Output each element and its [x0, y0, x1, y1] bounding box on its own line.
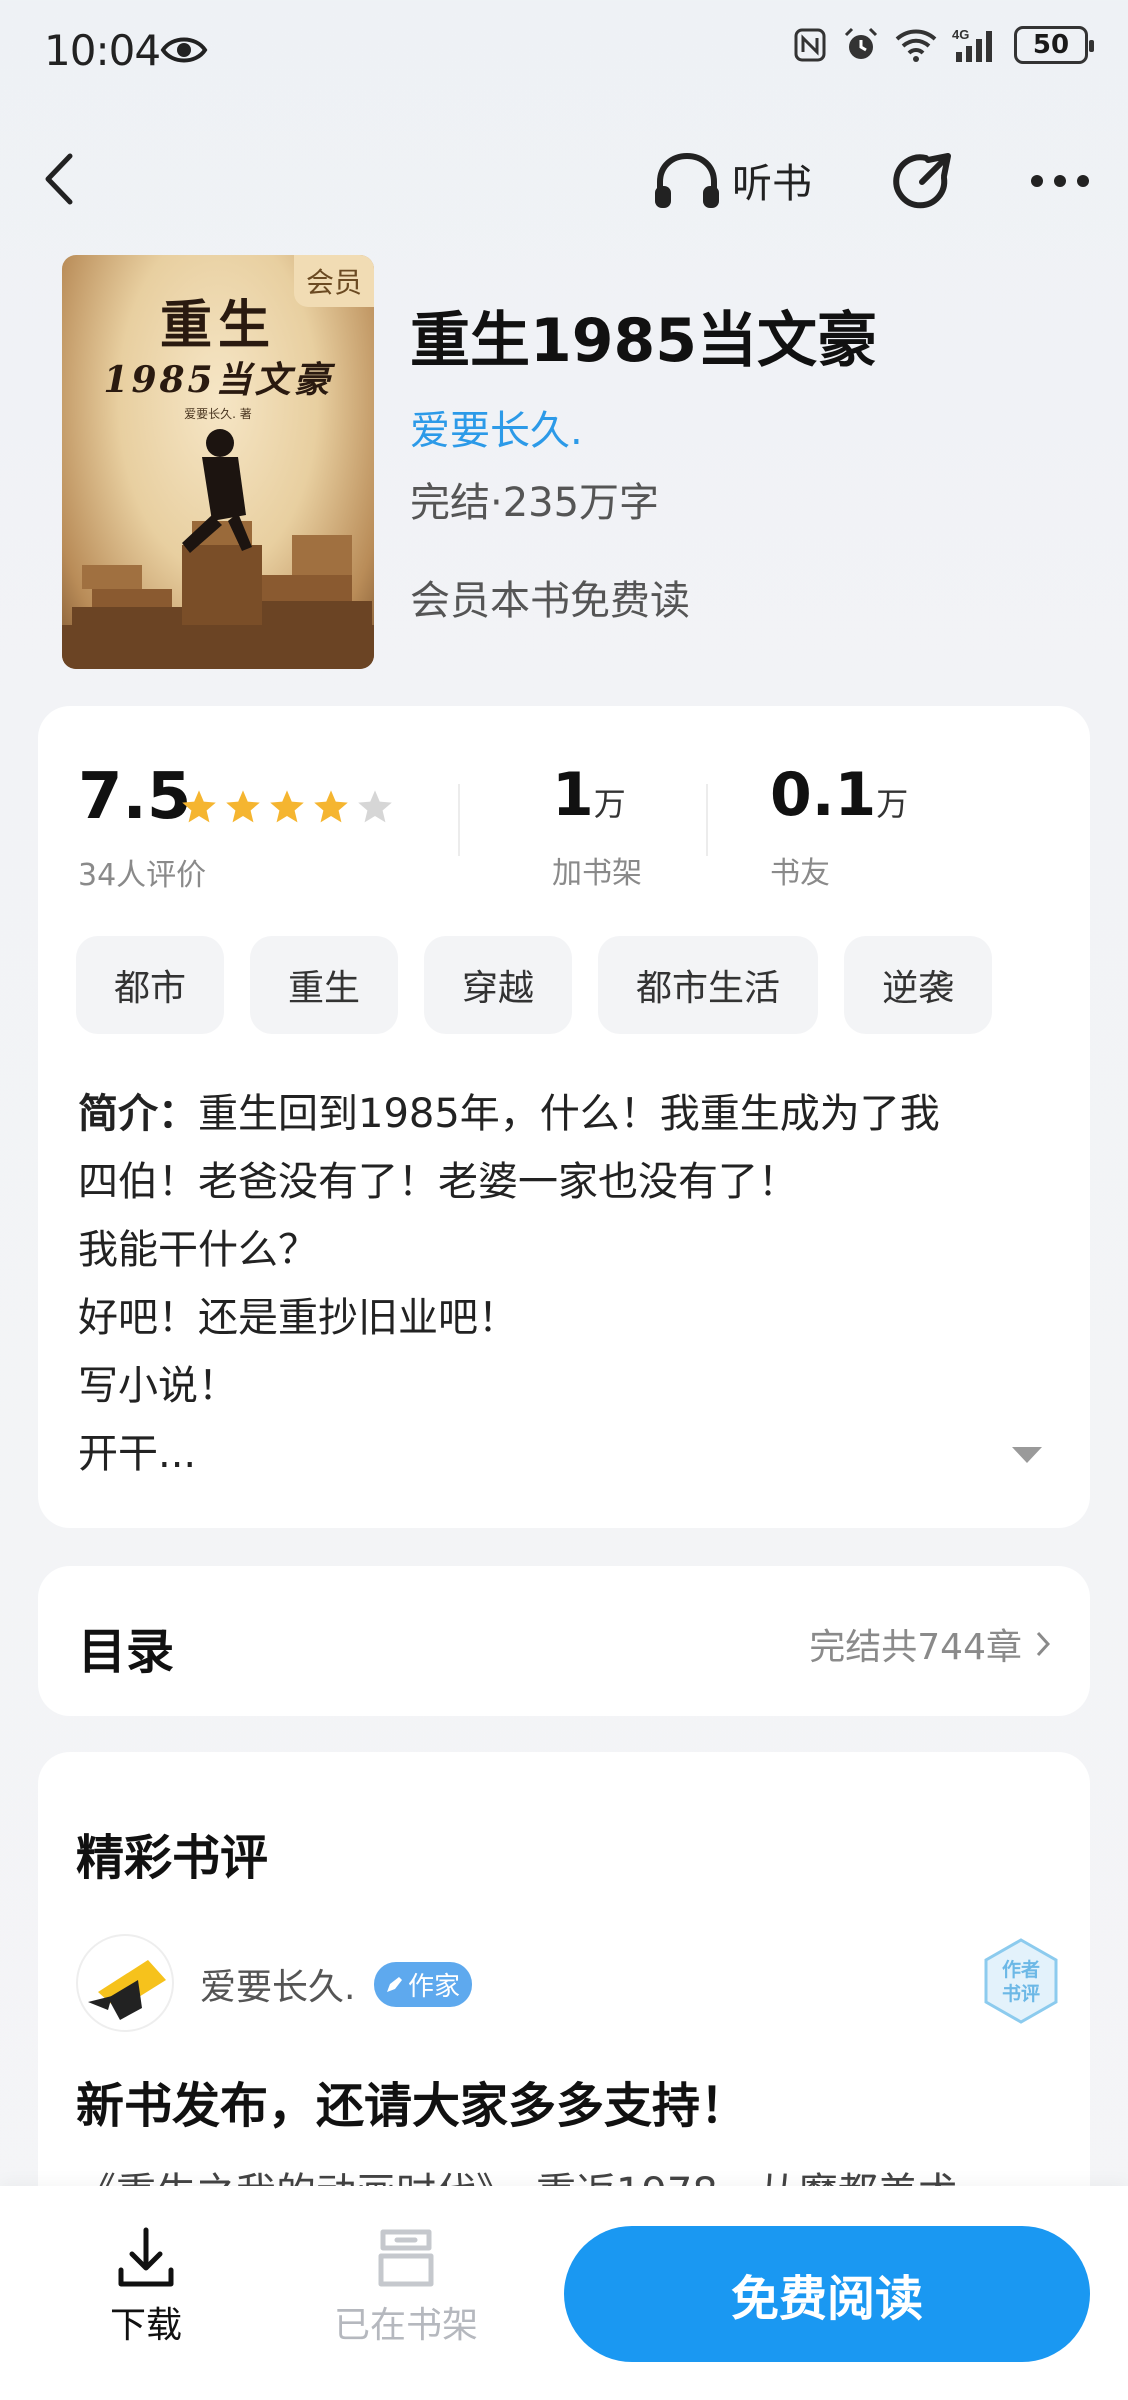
book-status: 完结·235万字	[410, 480, 660, 526]
pen-icon	[387, 1976, 402, 1992]
tag-chip[interactable]: 逆袭	[844, 936, 993, 1034]
author-link[interactable]: 爱要长久.	[410, 398, 583, 456]
reviews-header: 精彩书评	[76, 1830, 269, 1886]
signal-icon: 4G	[952, 27, 992, 62]
vip-badge: 会员	[293, 255, 374, 307]
stat-divider	[706, 784, 708, 856]
chevron-right-icon	[1036, 1631, 1050, 1657]
listen-button[interactable]: 听书	[652, 148, 812, 212]
cover-subtitle: 1985当文豪	[103, 359, 333, 401]
star-icon	[314, 790, 348, 823]
vip-free-note: 会员本书免费读	[410, 578, 690, 624]
star-icon	[358, 790, 392, 823]
shelf-count-value: 1	[552, 760, 594, 830]
intro-text: 重生回到1985年，什么！我重生成为了我	[198, 1091, 940, 1137]
rating-score: 7.5	[78, 760, 192, 834]
status-icons: 4G 50	[792, 26, 1094, 64]
toc-info[interactable]: 完结共744章	[809, 1618, 1050, 1670]
headphones-icon	[655, 152, 719, 208]
writer-badge: 作家	[374, 1962, 473, 2007]
alarm-icon	[844, 27, 878, 59]
intro-line: 好吧！还是重抄旧业吧！	[78, 1295, 518, 1341]
writer-badge-label: 作家	[408, 1972, 461, 2002]
shelf-count-unit: 万	[593, 785, 626, 823]
star-icon	[182, 790, 216, 823]
svg-text:作者: 作者	[1002, 1958, 1040, 1981]
bookshelf-icon	[378, 2229, 434, 2287]
stat-divider	[458, 784, 460, 856]
shelf-count: 1万	[552, 760, 626, 830]
nfc-icon	[794, 28, 826, 62]
download-label: 下载	[110, 2305, 183, 2346]
share-icon[interactable]	[888, 148, 956, 216]
download-button[interactable]: 下载	[110, 2226, 182, 2348]
on-shelf-button[interactable]: 已在书架	[334, 2226, 478, 2348]
battery-indicator: 50	[1014, 26, 1094, 64]
status-time: 10:04	[44, 26, 161, 75]
free-read-button[interactable]: 免费阅读	[564, 2226, 1090, 2362]
tag-chip[interactable]: 都市生活	[598, 936, 819, 1034]
rating-stars	[180, 788, 394, 826]
intro-line: 简介：重生回到1985年，什么！我重生成为了我	[78, 1080, 1038, 1148]
intro-line: 四伯！老爸没有了！老婆一家也没有了！	[78, 1159, 798, 1205]
cover-author: 爱要长久. 著	[184, 407, 252, 421]
wifi-icon	[895, 29, 937, 62]
book-title: 重生1985当文豪	[410, 306, 877, 376]
intro-line: 我能干什么？	[78, 1227, 318, 1273]
rating-count[interactable]: 34人评价	[78, 850, 206, 894]
star-icon	[226, 790, 260, 823]
toc-title: 目录	[78, 1624, 175, 1680]
intro-line: 写小说！	[78, 1363, 238, 1409]
book-intro[interactable]: 简介：重生回到1985年，什么！我重生成为了我 四伯！老爸没有了！老婆一家也没有…	[78, 1080, 1038, 1488]
svg-text:书评: 书评	[1002, 1983, 1040, 2005]
author-review-stamp-icon: 作者 书评	[984, 1938, 1058, 2024]
battery-level: 50	[1032, 30, 1070, 60]
svg-text:4G: 4G	[952, 27, 969, 42]
tag-chip[interactable]: 都市	[76, 936, 225, 1034]
friends-count-value: 0.1	[770, 760, 877, 830]
shelf-count-label: 加书架	[552, 856, 642, 891]
more-options-icon[interactable]	[1030, 174, 1090, 188]
intro-label: 简介：	[78, 1091, 198, 1137]
cover-illustration	[62, 429, 374, 669]
on-shelf-label: 已在书架	[334, 2305, 479, 2346]
reviewer-name[interactable]: 爱要长久.	[200, 1958, 355, 2010]
avatar-image	[88, 1960, 166, 2020]
friends-count-unit: 万	[876, 785, 909, 823]
intro-line: 开干...	[78, 1431, 197, 1477]
tag-chip[interactable]: 重生	[250, 936, 399, 1034]
download-icon	[118, 2227, 174, 2287]
listen-label: 听书	[732, 161, 812, 207]
expand-caret-icon[interactable]	[1010, 1444, 1044, 1466]
avatar[interactable]	[76, 1934, 174, 2032]
tag-chip[interactable]: 穿越	[424, 936, 573, 1034]
eye-icon	[160, 37, 208, 63]
friends-count-label: 书友	[770, 856, 830, 891]
review-title[interactable]: 新书发布，还请大家多多支持！	[76, 2066, 748, 2136]
tag-list: 都市 重生 穿越 都市生活 逆袭	[76, 936, 993, 1034]
star-icon	[270, 790, 304, 823]
friends-count: 0.1万	[770, 760, 908, 830]
back-arrow-icon[interactable]	[40, 148, 80, 210]
book-cover[interactable]: 重生 1985当文豪 爱要长久. 著 会员	[62, 255, 374, 669]
chapter-count: 完结共744章	[809, 1627, 1022, 1668]
